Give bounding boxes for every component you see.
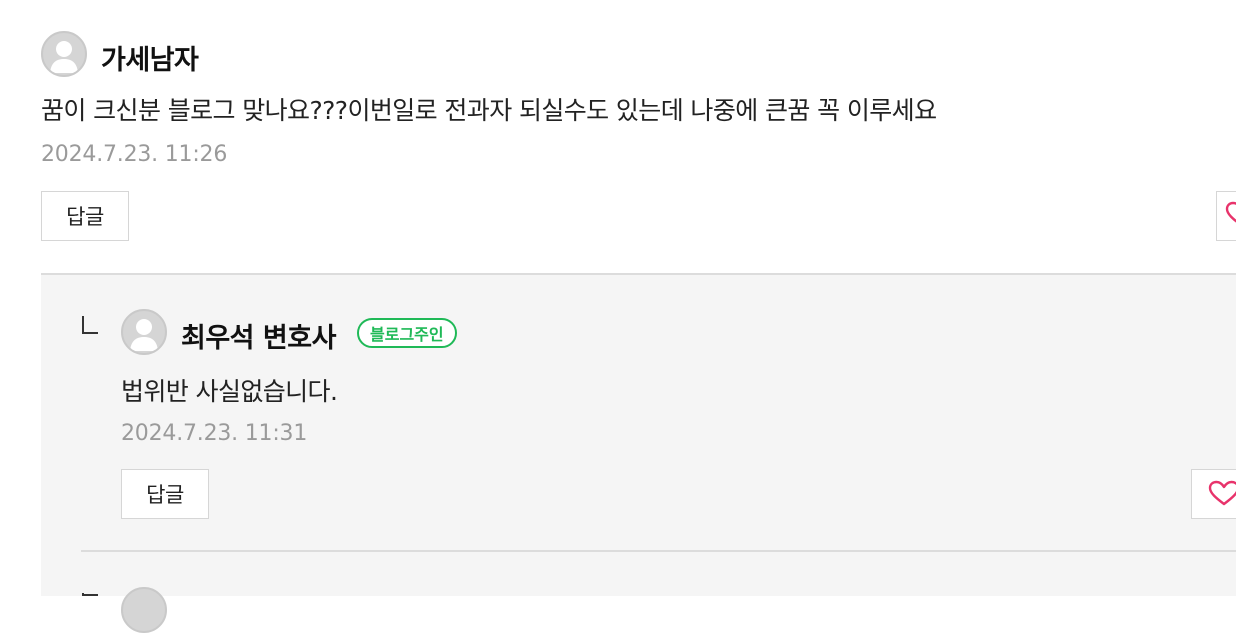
comment-timestamp: 2024.7.23. 11:26 xyxy=(41,142,228,167)
avatar[interactable] xyxy=(121,587,167,633)
like-button[interactable] xyxy=(1191,469,1236,519)
reply-text: 법위반 사실없습니다. xyxy=(121,377,338,406)
avatar[interactable] xyxy=(41,31,87,77)
reply-timestamp: 2024.7.23. 11:31 xyxy=(121,421,308,446)
reply-author[interactable]: 최우석 변호사 xyxy=(181,316,336,355)
avatar[interactable] xyxy=(121,309,167,355)
reply-arrow-icon xyxy=(82,316,98,334)
reply-button[interactable]: 답글 xyxy=(121,469,209,519)
divider xyxy=(81,550,1236,552)
heart-outline-icon xyxy=(1225,201,1236,223)
comment-author[interactable]: 가세남자 xyxy=(101,38,199,77)
default-avatar-icon xyxy=(50,41,78,73)
like-button[interactable] xyxy=(1216,191,1236,241)
heart-outline-icon xyxy=(1208,480,1236,506)
default-avatar-icon xyxy=(130,319,158,351)
blog-owner-badge: 블로그주인 xyxy=(357,318,457,348)
reply-button[interactable]: 답글 xyxy=(41,191,129,241)
comment-text: 꿈이 크신분 블로그 맞나요???이번일로 전과자 되실수도 있는데 나중에 큰… xyxy=(41,96,937,125)
